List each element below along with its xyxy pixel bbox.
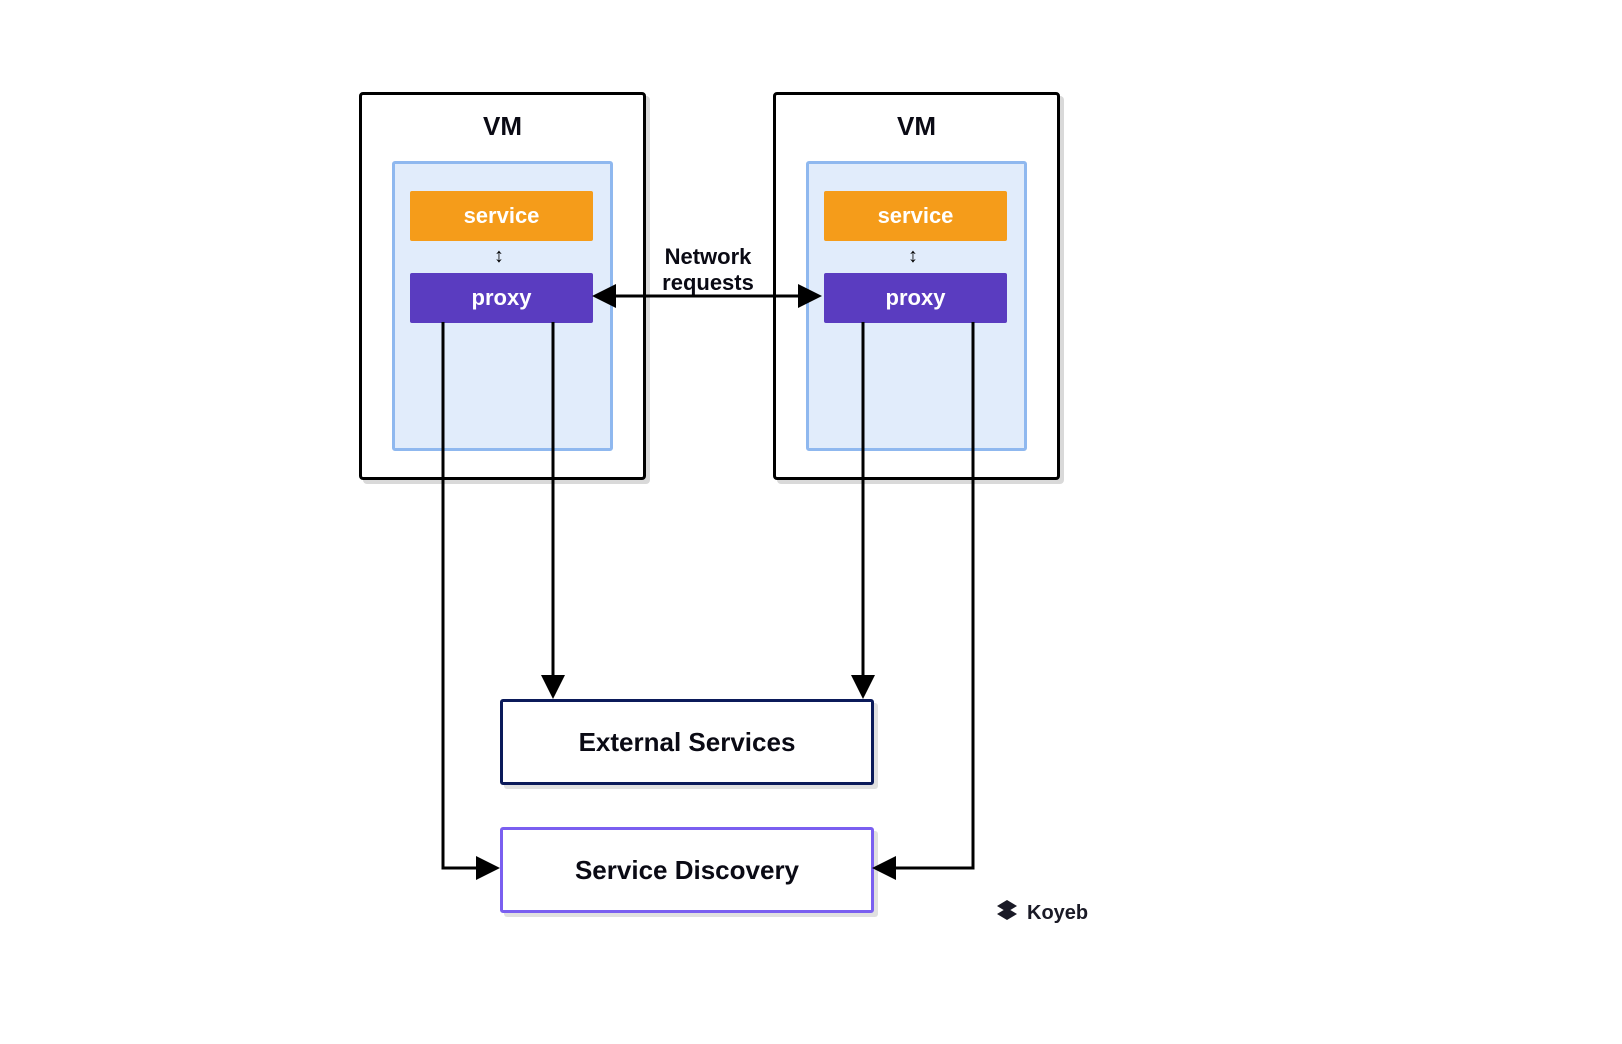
brand-logo-icon	[995, 898, 1019, 928]
network-label-line1: Network	[648, 244, 768, 270]
vm2-proxy-box: proxy	[824, 273, 1007, 323]
brand-name: Koyeb	[1027, 902, 1088, 925]
external-services-box: External Services	[500, 699, 874, 785]
vm2-service-box: service	[824, 191, 1007, 241]
vm1-service-box: service	[410, 191, 593, 241]
vm1-service-label: service	[464, 203, 540, 229]
vm-box-1: VM service ↕ proxy	[359, 92, 646, 480]
vm-title-1: VM	[362, 111, 643, 142]
vm-box-2: VM service ↕ proxy	[773, 92, 1060, 480]
network-label-line2: requests	[648, 270, 768, 296]
service-discovery-label: Service Discovery	[575, 855, 799, 886]
vm1-proxy-box: proxy	[410, 273, 593, 323]
brand: Koyeb	[995, 898, 1088, 928]
vm2-service-proxy-arrow-icon: ↕	[908, 245, 918, 268]
external-services-label: External Services	[579, 727, 796, 758]
diagram-canvas: VM service ↕ proxy VM service ↕ proxy Ne…	[0, 0, 1622, 1044]
vm2-proxy-label: proxy	[886, 285, 946, 311]
vm-title-2: VM	[776, 111, 1057, 142]
vm1-proxy-label: proxy	[472, 285, 532, 311]
vm1-service-proxy-arrow-icon: ↕	[494, 245, 504, 268]
vm2-service-label: service	[878, 203, 954, 229]
service-discovery-box: Service Discovery	[500, 827, 874, 913]
network-requests-label: Network requests	[648, 244, 768, 297]
